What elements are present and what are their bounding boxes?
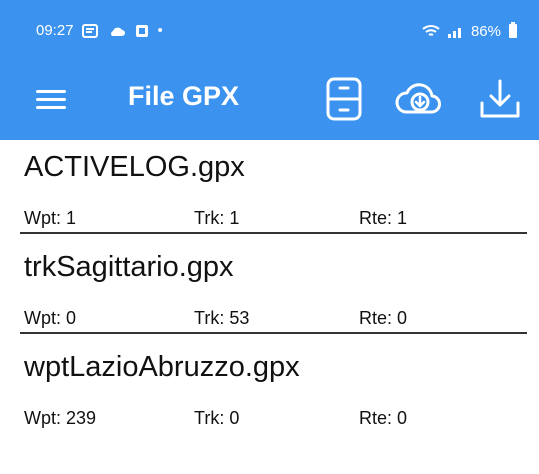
app-status-icon [135,24,148,37]
route-count: Rte: 0 [359,308,408,328]
file-item[interactable]: wptLazioAbruzzo.gpx Wpt: 239 Trk: 0 Rte:… [0,340,539,440]
save-icon [326,77,362,121]
file-name: trkSagittario.gpx [24,251,234,283]
waypoint-count: Wpt: 239 [24,408,97,428]
status-dot: • [157,22,163,39]
track-count: Trk: 1 [194,208,240,228]
save-button[interactable] [318,73,370,125]
file-item[interactable]: trkSagittario.gpx Wpt: 0 Trk: 53 Rte: 0 [0,240,539,340]
track-count: Trk: 0 [194,408,240,428]
file-stats: Wpt: 1 Trk: 1 Rte: 1 [24,208,524,230]
track-count: Trk: 53 [194,308,250,328]
file-item[interactable]: ACTIVELOG.gpx Wpt: 1 Trk: 1 Rte: 1 [0,140,539,240]
battery-icon [509,22,517,38]
file-name: ACTIVELOG.gpx [24,151,245,183]
download-icon [480,79,520,118]
file-stats: Wpt: 0 Trk: 53 Rte: 0 [24,308,524,330]
file-list: ACTIVELOG.gpx Wpt: 1 Trk: 1 Rte: 1 trkSa… [0,140,539,440]
file-stats: Wpt: 239 Trk: 0 Rte: 0 [24,408,524,430]
app-title: File GPX [128,81,240,111]
file-name: wptLazioAbruzzo.gpx [24,351,300,383]
route-count: Rte: 1 [359,208,408,228]
app-bar: File GPX [0,60,539,140]
route-count: Rte: 0 [359,408,408,428]
waypoint-count: Wpt: 0 [24,308,77,328]
cloud-download-icon [395,83,441,114]
divider [20,232,527,234]
status-right: 86% [421,22,519,40]
status-left: 09:27 • [36,22,163,39]
cloud-status-icon [110,27,125,36]
wifi-icon [422,25,440,36]
menu-icon[interactable] [36,88,66,112]
waypoint-count: Wpt: 1 [24,208,77,228]
battery-level: 86% [470,22,501,40]
notification-icon [81,23,98,38]
divider [20,332,527,334]
signal-icon [447,28,461,38]
status-time: 09:27 [36,22,74,39]
status-bar: 09:27 • 86% [0,0,539,60]
download-button[interactable] [474,73,526,125]
cloud-download-button[interactable] [392,73,444,125]
